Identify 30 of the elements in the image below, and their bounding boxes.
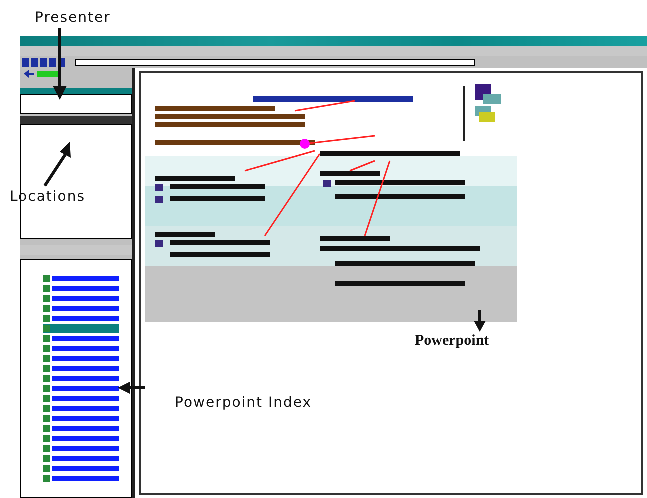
index-row[interactable] (43, 414, 119, 423)
index-row[interactable] (43, 344, 119, 353)
index-row[interactable] (43, 314, 119, 323)
index-row[interactable] (43, 454, 119, 463)
index-row[interactable] (43, 394, 119, 403)
index-row[interactable] (43, 284, 119, 293)
arrow (474, 310, 486, 332)
annotation-label: Powerpoint (415, 334, 490, 349)
index-row[interactable] (43, 274, 119, 283)
index-row[interactable] (43, 374, 119, 383)
arrow (53, 28, 67, 100)
index-row[interactable] (43, 424, 119, 433)
index-row[interactable] (43, 334, 119, 343)
index-row[interactable] (43, 304, 119, 313)
progress-indicator (37, 71, 59, 77)
index-row[interactable] (43, 444, 119, 453)
index-row[interactable] (43, 464, 119, 473)
address-field[interactable] (75, 58, 475, 66)
annotation-label: Presenter (35, 11, 111, 25)
index-row[interactable] (43, 404, 119, 413)
index-row[interactable] (43, 474, 119, 483)
arrow (44, 142, 71, 187)
index-row[interactable] (43, 364, 119, 373)
index-row[interactable] (43, 384, 119, 393)
index-row[interactable] (43, 434, 119, 443)
index-row[interactable] (43, 354, 119, 363)
index-row[interactable] (43, 294, 119, 303)
annotation-label: Powerpoint Index (175, 396, 312, 410)
back-arrow-icon[interactable] (24, 70, 34, 78)
arrow (118, 382, 145, 394)
